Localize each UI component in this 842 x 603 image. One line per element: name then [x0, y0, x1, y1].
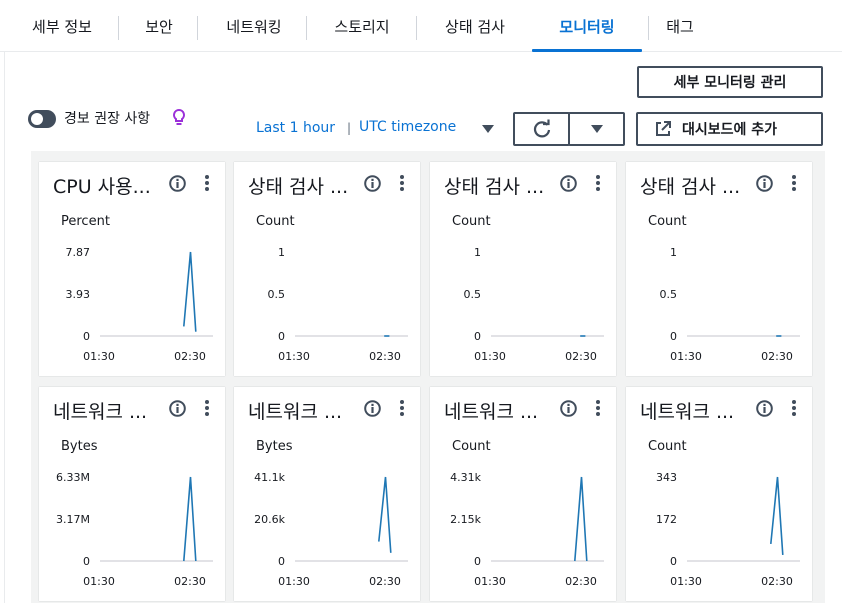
tab-storage[interactable]: 스토리지 — [314, 0, 410, 52]
line-chart: 1 0.5 0 01:30 02:30 — [268, 246, 408, 363]
lightbulb-icon — [173, 108, 185, 125]
x-tick-label: 02:30 — [174, 350, 206, 363]
x-tick-label: 01:30 — [670, 350, 702, 363]
caret-down-icon[interactable] — [481, 124, 495, 134]
series-line — [183, 251, 197, 332]
line-chart: 1 0.5 0 01:30 02:30 — [660, 246, 800, 363]
x-tick-label: 01:30 — [278, 575, 310, 588]
add-to-dashboard-button[interactable]: 대시보드에 추가 — [636, 112, 823, 146]
tab-divider — [197, 16, 198, 40]
x-tick-label: 01:30 — [670, 575, 702, 588]
tab-divider — [648, 16, 649, 40]
x-tick-label: 01:30 — [83, 350, 115, 363]
refresh-options-button[interactable] — [568, 112, 625, 146]
content-border — [4, 52, 5, 603]
y-tick-label: 20.6k — [254, 513, 285, 526]
y-tick-label: 0 — [83, 330, 90, 343]
y-tick-label: 0 — [278, 330, 285, 343]
time-range-link[interactable]: Last 1 hour — [256, 120, 335, 136]
series-line — [183, 476, 197, 562]
x-tick-label: 02:30 — [565, 350, 597, 363]
y-tick-label: 0 — [474, 555, 481, 568]
line-chart: 4.31k 2.15k 0 01:30 02:30 — [450, 471, 604, 588]
y-tick-label: 0 — [278, 555, 285, 568]
x-tick-label: 02:30 — [761, 575, 793, 588]
alarm-recommendations-label: 경보 권장 사항 — [64, 111, 151, 127]
x-tick-label: 01:30 — [474, 350, 506, 363]
x-tick-label: 02:30 — [369, 575, 401, 588]
y-tick-label: 0 — [474, 330, 481, 343]
y-tick-label: 0 — [670, 555, 677, 568]
y-tick-label: 343 — [656, 471, 677, 484]
x-tick-label: 02:30 — [761, 350, 793, 363]
link-separator: | — [347, 121, 352, 135]
x-tick-label: 01:30 — [474, 575, 506, 588]
refresh-icon — [533, 119, 550, 138]
y-tick-label: 0 — [670, 330, 677, 343]
y-tick-label: 4.31k — [450, 471, 481, 484]
toggle-knob — [31, 113, 43, 125]
manage-detailed-monitoring-button[interactable]: 세부 모니터링 관리 — [637, 66, 823, 98]
x-tick-label: 02:30 — [174, 575, 206, 588]
y-tick-label: 0.5 — [660, 288, 678, 301]
y-tick-label: 0.5 — [464, 288, 482, 301]
y-tick-label: 0.5 — [268, 288, 286, 301]
x-tick-label: 02:30 — [565, 575, 597, 588]
metric-panel: CPU 사용... Percent 7.87 3.93 0 01:30 02:30 — [39, 162, 225, 376]
tab-details[interactable]: 세부 정보 — [14, 0, 110, 52]
metric-panel: 상태 검사 ... Count 1 0.5 0 01:30 02:30 — [626, 162, 812, 376]
line-chart: 41.1k 20.6k 0 01:30 02:30 — [254, 471, 408, 588]
metric-panel: 네트워크 ... Bytes 6.33M 3.17M 0 01:30 02:30 — [39, 387, 225, 601]
tab-networking[interactable]: 네트워킹 — [206, 0, 302, 52]
y-tick-label: 172 — [656, 513, 677, 526]
series-line — [770, 476, 784, 555]
y-tick-label: 3.93 — [66, 288, 91, 301]
external-link-icon — [656, 121, 671, 136]
y-tick-label: 6.33M — [56, 471, 90, 484]
refresh-button[interactable] — [513, 112, 570, 146]
series-line — [574, 476, 588, 562]
y-tick-label: 1 — [278, 246, 285, 259]
y-tick-label: 1 — [670, 246, 677, 259]
line-chart: 1 0.5 0 01:30 02:30 — [464, 246, 604, 363]
x-tick-label: 01:30 — [83, 575, 115, 588]
y-tick-label: 7.87 — [66, 246, 91, 259]
timezone-link[interactable]: UTC timezone — [359, 119, 456, 135]
x-tick-label: 01:30 — [278, 350, 310, 363]
metric-panel: 상태 검사 ... Count 1 0.5 0 01:30 02:30 — [430, 162, 616, 376]
tab-bar: 세부 정보 보안 네트워킹 스토리지 상태 검사 모니터링 태그 — [0, 0, 842, 52]
tab-divider — [416, 16, 417, 40]
series-line — [378, 476, 392, 553]
tab-status-checks[interactable]: 상태 검사 — [424, 0, 526, 52]
y-tick-label: 41.1k — [254, 471, 285, 484]
y-tick-label: 3.17M — [56, 513, 90, 526]
metric-panel: 네트워크 ... Count 343 172 0 01:30 02:30 — [626, 387, 812, 601]
y-tick-label: 2.15k — [450, 513, 481, 526]
metric-panel: 상태 검사 ... Count 1 0.5 0 01:30 02:30 — [234, 162, 420, 376]
metric-panel: 네트워크 ... Count 4.31k 2.15k 0 01:30 02:30 — [430, 387, 616, 601]
y-tick-label: 0 — [83, 555, 90, 568]
metric-panel: 네트워크 ... Bytes 41.1k 20.6k 0 01:30 02:30 — [234, 387, 420, 601]
tab-monitoring[interactable]: 모니터링 — [532, 0, 642, 52]
y-tick-label: 1 — [474, 246, 481, 259]
tab-divider — [118, 16, 119, 40]
add-to-dashboard-label: 대시보드에 추가 — [682, 122, 778, 138]
tab-tags[interactable]: 태그 — [652, 0, 708, 52]
alarm-recommendations-toggle[interactable] — [28, 110, 56, 128]
tab-divider — [306, 16, 307, 40]
line-chart: 343 172 0 01:30 02:30 — [656, 471, 800, 588]
tab-security[interactable]: 보안 — [126, 0, 192, 52]
caret-down-icon — [590, 125, 603, 133]
x-tick-label: 02:30 — [369, 350, 401, 363]
line-chart: 7.87 3.93 0 01:30 02:30 — [66, 246, 213, 363]
line-chart: 6.33M 3.17M 0 01:30 02:30 — [56, 471, 213, 588]
